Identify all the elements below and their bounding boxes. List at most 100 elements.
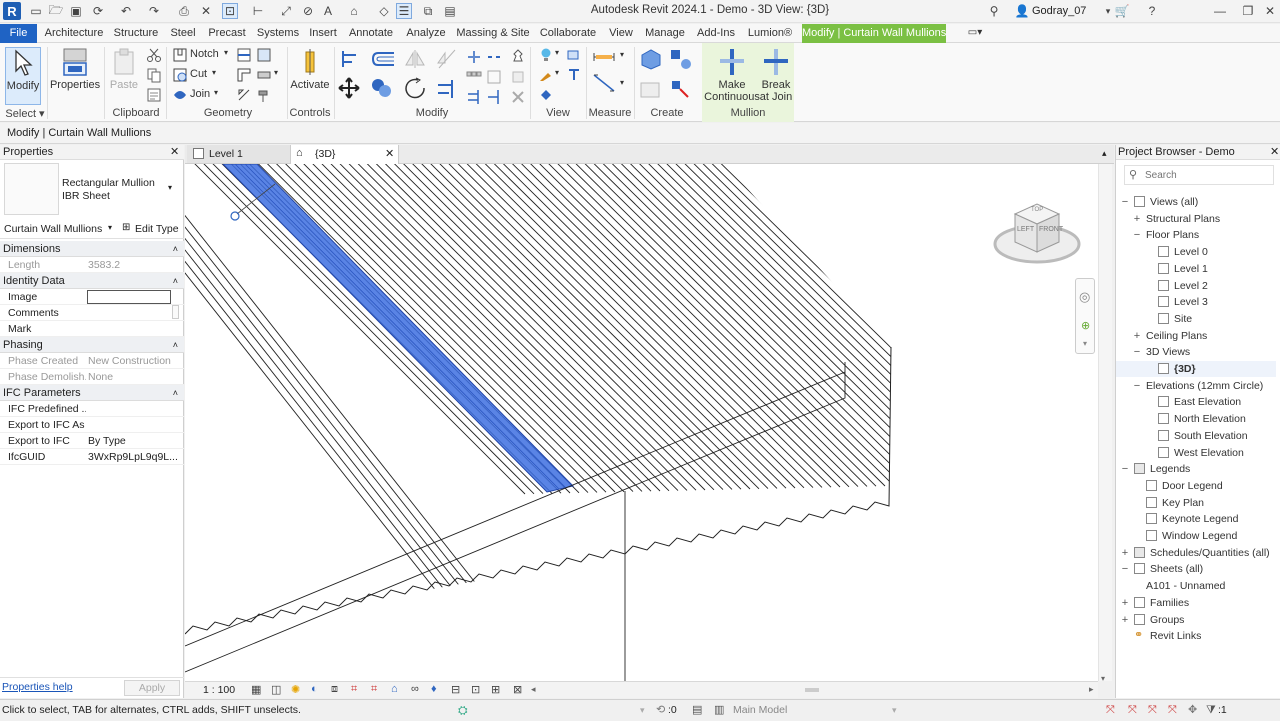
create-similar-icon[interactable]: [668, 77, 694, 101]
tab-add-ins[interactable]: Add-Ins: [694, 24, 738, 43]
pin-icon[interactable]: [230, 211, 240, 221]
image-field[interactable]: [87, 290, 171, 304]
user-name[interactable]: Godray_07: [1032, 5, 1086, 17]
tab-3d[interactable]: ⌂ {3D} ✕: [291, 145, 399, 164]
crop-view-icon[interactable]: ⌗: [351, 683, 357, 696]
collapse-icon[interactable]: −: [1120, 194, 1130, 210]
pin-icon[interactable]: [510, 49, 526, 65]
3d-view-icon[interactable]: ⌂: [346, 3, 362, 19]
offset-icon[interactable]: [370, 49, 396, 69]
browser-item[interactable]: {3D}: [1116, 361, 1276, 377]
revit-logo-icon[interactable]: R: [3, 2, 21, 20]
browser-item[interactable]: Level 1: [1116, 261, 1276, 277]
properties-button[interactable]: Properties: [50, 47, 100, 105]
browser-item[interactable]: South Elevation: [1116, 428, 1276, 444]
vertical-scrollbar[interactable]: ▾: [1098, 164, 1112, 683]
binoculars-icon[interactable]: ⚲: [986, 3, 1002, 19]
close-icon[interactable]: ✕: [1270, 145, 1279, 160]
chevron-down-icon[interactable]: ▾: [214, 88, 218, 97]
scroll-down-icon[interactable]: ▾: [1101, 674, 1105, 683]
section-icon[interactable]: ◇: [376, 3, 392, 19]
delete-icon[interactable]: [510, 89, 526, 105]
browser-item[interactable]: Keynote Legend: [1116, 511, 1276, 527]
edit-type-button[interactable]: Edit Type: [135, 223, 179, 235]
group-phasing[interactable]: Phasing ˄: [0, 337, 184, 353]
expand-icon[interactable]: +: [1120, 595, 1130, 611]
hide-element-icon[interactable]: [566, 47, 582, 63]
steering-wheel-icon[interactable]: ◎: [1079, 289, 1090, 305]
scale-icon[interactable]: [486, 69, 502, 85]
tab-manage[interactable]: Manage: [642, 24, 688, 43]
group-identity-data[interactable]: Identity Data ˄: [0, 273, 184, 289]
tab-file[interactable]: File: [0, 24, 37, 43]
copy-icon[interactable]: [146, 67, 162, 83]
trim-extend-icon[interactable]: [436, 79, 458, 99]
search-input[interactable]: [1145, 168, 1271, 182]
collapse-icon[interactable]: −: [1132, 344, 1142, 360]
cart-icon[interactable]: 🛒: [1114, 3, 1130, 19]
select-links-icon[interactable]: ⤧: [1106, 700, 1115, 721]
browser-item[interactable]: North Elevation: [1116, 411, 1276, 427]
override-graphics-icon[interactable]: [538, 67, 554, 83]
chevron-down-icon[interactable]: ▾: [274, 68, 278, 77]
zoom-icon[interactable]: ⊕: [1081, 319, 1090, 332]
join-label[interactable]: Join: [190, 88, 210, 100]
chevron-down-icon[interactable]: ▾: [892, 700, 897, 721]
open-icon[interactable]: ▭: [28, 3, 44, 19]
close-hidden-icon[interactable]: ✕: [198, 3, 214, 19]
scrollbar[interactable]: [172, 305, 179, 319]
cut-icon[interactable]: [146, 47, 162, 63]
collapse-icon[interactable]: −: [1120, 561, 1130, 577]
chevron-down-icon[interactable]: ▾: [620, 50, 624, 59]
browser-item[interactable]: Level 3: [1116, 294, 1276, 310]
align-icon[interactable]: [340, 49, 360, 69]
collapse-icon[interactable]: −: [1120, 461, 1130, 477]
tab-steel[interactable]: Steel: [168, 24, 198, 43]
paint-icon[interactable]: [256, 47, 272, 63]
tab-systems[interactable]: Systems: [256, 24, 300, 43]
tag-icon[interactable]: ⊘: [300, 3, 316, 19]
scrollbar[interactable]: [1269, 194, 1277, 654]
array-icon[interactable]: [466, 69, 482, 85]
aligned-dimension-icon[interactable]: [592, 73, 616, 93]
join-icon[interactable]: [172, 87, 188, 103]
tab-annotate[interactable]: Annotate: [346, 24, 396, 43]
tab-modify-curtain-wall-mullions[interactable]: Modify | Curtain Wall Mullions: [802, 24, 946, 43]
browser-item[interactable]: + Structural Plans: [1116, 211, 1276, 227]
tab-architecture[interactable]: Architecture: [42, 24, 106, 43]
split-gap-icon[interactable]: [486, 49, 502, 65]
create-parts-icon[interactable]: [668, 47, 694, 71]
select-by-face-icon[interactable]: ⤧: [1168, 700, 1177, 721]
trim-multiple-icon[interactable]: [466, 89, 482, 105]
mirror-draw-axis-icon[interactable]: [436, 49, 458, 69]
browser-item[interactable]: Level 2: [1116, 278, 1276, 294]
view-scale[interactable]: 1 : 100: [203, 684, 235, 696]
undo-icon[interactable]: ↶: [118, 3, 134, 19]
help-icon[interactable]: ?: [1144, 3, 1160, 19]
select-pinned-icon[interactable]: ⤧: [1148, 700, 1157, 721]
notch-icon[interactable]: [172, 47, 188, 63]
collapse-icon[interactable]: −: [1132, 378, 1142, 394]
active-model[interactable]: Main Model: [733, 700, 787, 721]
restore-icon[interactable]: ❐: [1240, 3, 1256, 19]
bulb-icon[interactable]: [538, 47, 554, 63]
tile-icon[interactable]: ▤: [442, 3, 458, 19]
apply-button[interactable]: Apply: [124, 680, 180, 696]
select-panel-label[interactable]: Select ▾: [5, 107, 45, 120]
chevron-down-icon[interactable]: ▾: [620, 78, 624, 87]
save-icon[interactable]: ▣: [68, 3, 84, 19]
browser-item[interactable]: + Families: [1116, 595, 1276, 611]
close-icon[interactable]: ✕: [385, 147, 394, 160]
chevron-down-icon[interactable]: ▾: [168, 183, 172, 192]
lock-view-icon[interactable]: ⌂: [391, 683, 398, 695]
chevron-down-icon[interactable]: ▾: [555, 48, 559, 57]
worksets-icon[interactable]: ⛭: [458, 700, 468, 721]
create-group-icon[interactable]: [638, 77, 664, 101]
open-folder-icon[interactable]: 🗁: [48, 3, 64, 19]
collapse-icon[interactable]: −: [1132, 227, 1142, 243]
group-dimensions[interactable]: Dimensions ˄: [0, 241, 184, 257]
analytical-model-icon[interactable]: ⊞: [491, 683, 500, 696]
tab-precast[interactable]: Precast: [206, 24, 248, 43]
tab-collaborate[interactable]: Collaborate: [536, 24, 600, 43]
editing-requests-icon[interactable]: ⟲: [656, 700, 665, 721]
